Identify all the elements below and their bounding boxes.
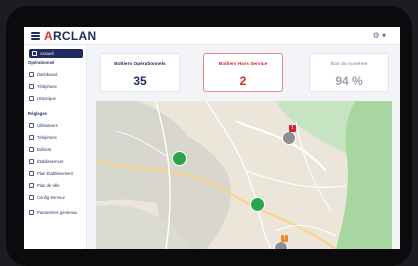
gear-icon: [29, 209, 34, 215]
floorplan-icon: [29, 171, 34, 176]
sidebar-item-label: Téléphone: [37, 135, 57, 140]
sidebar-item-utilisateurs[interactable]: Utilisateurs: [29, 121, 83, 130]
history-icon: [29, 96, 34, 101]
server-icon: [29, 195, 34, 200]
alert-marker[interactable]: [282, 131, 296, 145]
sidebar-item-label: Plan Établissement: [37, 171, 73, 176]
sidebar-item-parametres[interactable]: Paramètres généraux: [29, 205, 83, 219]
sidebar-item-label: Plan de ville: [37, 183, 60, 188]
card-label: Boîtiers Opérationnels: [114, 62, 166, 67]
sidebar-item-label: Boîtiers: [37, 147, 52, 152]
hamburger-menu-icon[interactable]: [31, 32, 40, 40]
alert-badge: !: [289, 125, 296, 132]
sidebar-item-accueil[interactable]: Accueil: [29, 49, 83, 58]
warning-marker[interactable]: [274, 241, 288, 249]
sidebar-item-config-serveur[interactable]: Config Serveur: [29, 193, 83, 202]
app-screen: ARCLAN ⚙ ▾ Accueil Opérationnel Dashboar…: [24, 27, 400, 249]
sidebar-item-label: Téléphone: [37, 84, 57, 89]
sidebar-item-label: Paramètres généraux: [37, 209, 78, 215]
logo-text: RCLAN: [52, 29, 97, 43]
card-operational: Boîtiers Opérationnels 35: [100, 53, 180, 92]
card-system-state: État du système 94 %: [309, 53, 389, 92]
city-map[interactable]: ! !: [96, 101, 392, 249]
card-value: 2: [239, 74, 247, 88]
card-value: 94 %: [335, 74, 363, 88]
map-background: [96, 101, 392, 249]
sidebar-item-dashboard[interactable]: Dashboard: [29, 70, 83, 79]
status-ok-marker[interactable]: [250, 197, 265, 212]
city-map-icon: [29, 183, 34, 188]
status-ok-marker[interactable]: [172, 151, 187, 166]
app-logo[interactable]: ARCLAN: [44, 29, 96, 43]
warning-badge: !: [281, 235, 288, 242]
sidebar-item-boitiers[interactable]: Boîtiers: [29, 145, 83, 154]
sidebar: Accueil Opérationnel Dashboard Téléphone…: [24, 45, 87, 249]
dashboard-icon: [29, 72, 34, 77]
sidebar-item-etablissement[interactable]: Établissement: [29, 157, 83, 166]
users-icon: [29, 123, 34, 128]
sidebar-item-label: Utilisateurs: [37, 123, 58, 128]
building-icon: [29, 159, 34, 164]
card-label: État du système: [330, 62, 368, 67]
section-operationnel: Opérationnel: [28, 60, 55, 65]
sidebar-item-label: Accueil: [40, 51, 54, 56]
home-icon: [32, 51, 37, 56]
card-label: Boîtiers Hors Service: [218, 62, 268, 67]
section-reglages: Réglages: [28, 111, 48, 116]
sidebar-item-plan-de-ville[interactable]: Plan de ville: [29, 181, 83, 190]
phone-icon: [29, 84, 34, 89]
card-value: 35: [133, 74, 147, 88]
top-bar: ARCLAN ⚙ ▾: [24, 27, 400, 45]
sidebar-item-plan-etablissement[interactable]: Plan Établissement: [29, 169, 83, 178]
phone-icon: [29, 135, 34, 140]
sidebar-item-label: Config Serveur: [37, 195, 65, 200]
sidebar-item-label: Établissement: [37, 159, 64, 164]
sidebar-item-label: Dashboard: [37, 72, 58, 77]
tablet-frame: ARCLAN ⚙ ▾ Accueil Opérationnel Dashboar…: [6, 6, 412, 266]
sidebar-item-label: Historique: [37, 96, 56, 101]
logo-letter-a: A: [44, 29, 53, 43]
sidebar-item-telephone-settings[interactable]: Téléphone: [29, 133, 83, 142]
sidebar-item-historique[interactable]: Historique: [29, 94, 83, 103]
settings-menu[interactable]: ⚙ ▾: [373, 31, 386, 40]
sidebar-item-telephone[interactable]: Téléphone: [29, 82, 83, 91]
card-out-of-service: Boîtiers Hors Service 2: [203, 53, 283, 92]
box-icon: [29, 147, 34, 152]
